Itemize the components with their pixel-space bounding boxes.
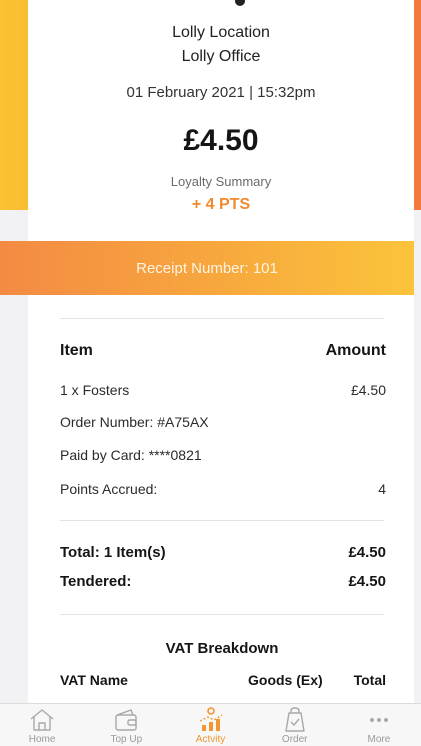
vat-col-goods: Goods (Ex) [248, 672, 323, 688]
table-row: 1 x Fosters £4.50 [60, 382, 386, 398]
tab-label: Home [28, 734, 56, 745]
row-value: £4.50 [350, 382, 386, 398]
home-icon [30, 709, 54, 731]
total-label: Total: 1 Item(s) [60, 544, 166, 561]
receipt-number: Receipt Number: 101 [136, 259, 278, 277]
more-dots-icon [369, 718, 388, 722]
table-row: Order Number: #A75AX [60, 414, 386, 430]
location-subname: Lolly Office [181, 48, 261, 65]
tendered-value: £4.50 [348, 573, 386, 590]
shopping-bag-icon [285, 707, 305, 732]
vat-breakdown-title: VAT Breakdown [165, 640, 279, 657]
receipt-card: Lolly Location Lolly Office 01 February … [28, 0, 414, 746]
bottom-tab-bar: Home Top Up Actvity Order More [0, 703, 421, 746]
location-name: Lolly Location [172, 24, 270, 41]
loyalty-summary-title: Loyalty Summary [170, 174, 272, 189]
wallet-icon [115, 709, 137, 731]
tendered-label: Tendered: [60, 573, 132, 590]
divider [60, 520, 384, 521]
receipt-number-banner: Receipt Number: 101 [0, 241, 414, 295]
clipped-text-fragment [235, 0, 245, 6]
tab-activity[interactable]: Actvity [168, 704, 252, 746]
tab-label: More [367, 734, 391, 745]
header-item: Item [60, 342, 93, 359]
row-label: Order Number: #A75AX [60, 414, 209, 430]
row-label: Points Accrued: [60, 481, 158, 497]
transaction-amount: £4.50 [183, 124, 259, 157]
loyalty-points: + 4 PTS [191, 196, 251, 213]
divider [60, 318, 384, 319]
header-amount: Amount [325, 342, 386, 359]
divider [60, 614, 384, 615]
tab-label: Actvity [195, 734, 226, 745]
tab-top-up[interactable]: Top Up [84, 704, 168, 746]
tab-label: Top Up [110, 734, 143, 745]
vat-col-total: Total [353, 672, 386, 688]
tendered-row: Tendered: £4.50 [60, 573, 386, 590]
tab-label: Order [281, 734, 308, 745]
row-label: Paid by Card: ****0821 [60, 447, 202, 463]
items-table-header: Item Amount [60, 342, 386, 360]
row-label: 1 x Fosters [60, 382, 130, 398]
table-row: Paid by Card: ****0821 [60, 447, 386, 463]
tab-order[interactable]: Order [253, 704, 337, 746]
tab-home[interactable]: Home [0, 704, 84, 746]
vat-col-name: VAT Name [60, 672, 128, 688]
activity-chart-icon [199, 707, 222, 731]
transaction-datetime: 01 February 2021 | 15:32pm [126, 84, 316, 101]
total-row: Total: 1 Item(s) £4.50 [60, 544, 386, 561]
tab-more[interactable]: More [337, 704, 421, 746]
row-value: 4 [378, 481, 386, 497]
table-row: Points Accrued: 4 [60, 481, 386, 497]
total-value: £4.50 [348, 544, 386, 561]
